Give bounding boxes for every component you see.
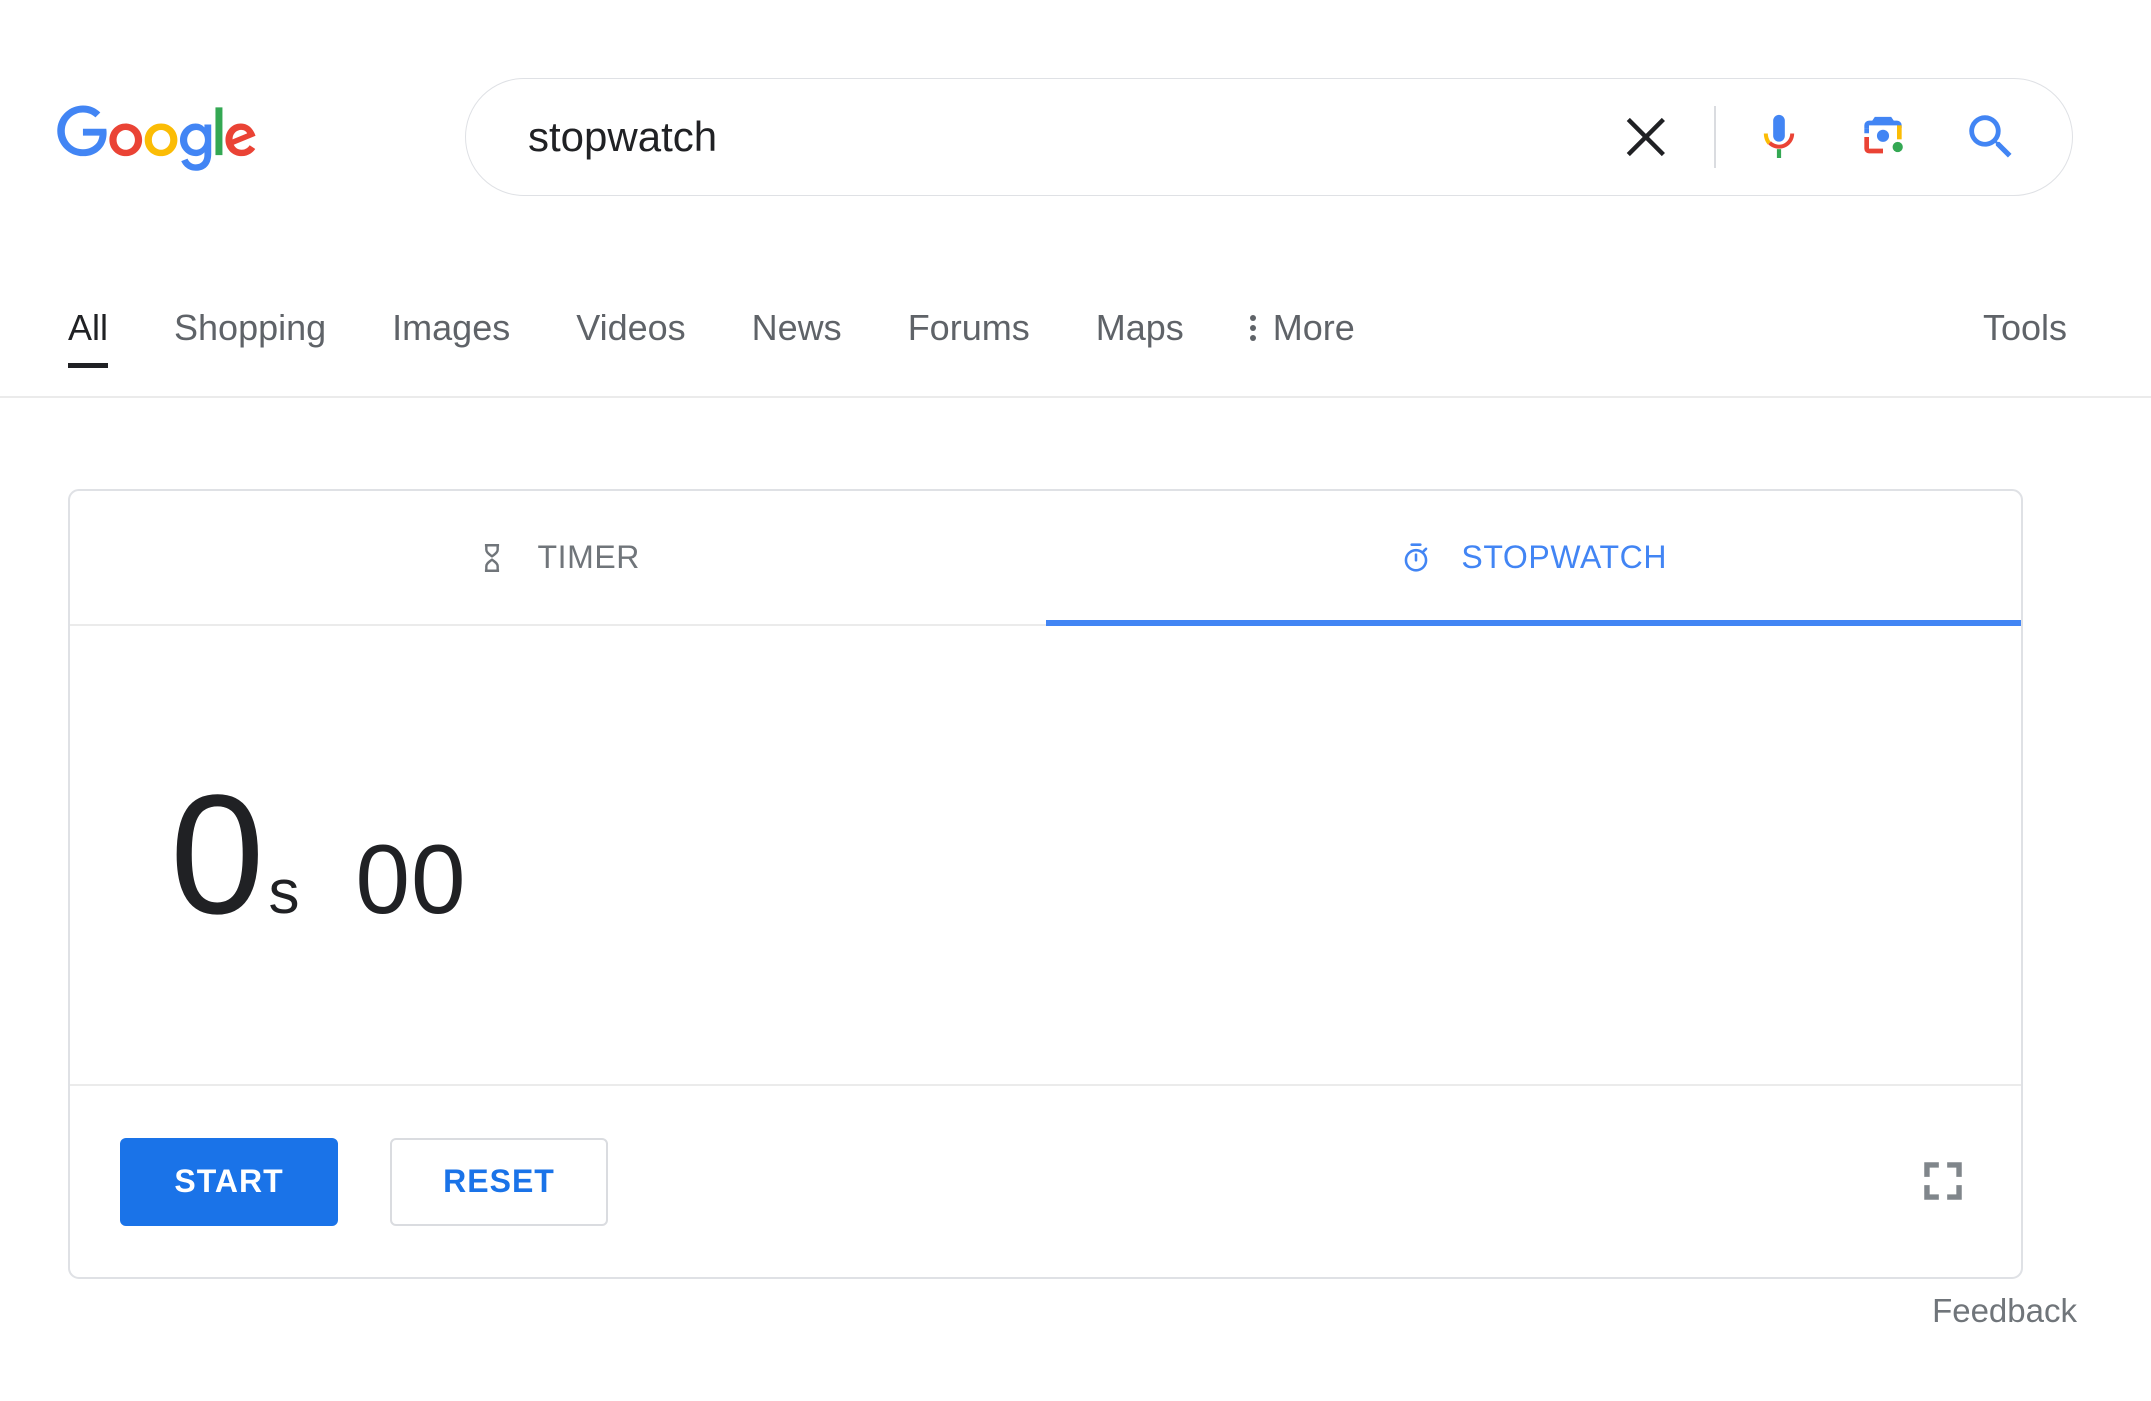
tab-timer[interactable]: TIMER bbox=[70, 491, 1046, 624]
nav-tab-label: All bbox=[68, 307, 109, 348]
nav-tab-forums[interactable]: Forums bbox=[908, 286, 1030, 349]
divider bbox=[1714, 106, 1716, 168]
nav-tab-label: Videos bbox=[576, 307, 686, 348]
google-lens-camera-icon[interactable] bbox=[1854, 108, 1912, 166]
widget-tabs: TIMER STOPWATCH bbox=[70, 491, 2021, 626]
hourglass-icon bbox=[475, 541, 509, 575]
nav-tab-all[interactable]: All bbox=[68, 286, 109, 368]
search-box-actions bbox=[1618, 79, 2072, 195]
fullscreen-icon[interactable] bbox=[1917, 1156, 1969, 1208]
nav-tab-label: Shopping bbox=[174, 307, 327, 348]
search-box[interactable] bbox=[465, 78, 2073, 196]
stopwatch-display-area: 0 s 00 bbox=[70, 626, 2021, 1086]
tools-button[interactable]: Tools bbox=[1983, 307, 2067, 349]
microphone-icon[interactable] bbox=[1750, 108, 1808, 166]
nav-tab-label: Maps bbox=[1095, 307, 1184, 348]
search-input[interactable] bbox=[466, 79, 1618, 195]
stopwatch-widget: TIMER STOPWATCH 0 s 00 START RESET bbox=[68, 489, 2023, 1279]
tab-label: STOPWATCH bbox=[1461, 539, 1668, 575]
nav-tab-more[interactable]: More bbox=[1249, 286, 1355, 349]
nav-tab-news[interactable]: News bbox=[752, 286, 842, 349]
tab-stopwatch[interactable]: STOPWATCH bbox=[1045, 491, 2022, 626]
nav-tab-shopping[interactable]: Shopping bbox=[174, 286, 326, 349]
centiseconds-value: 00 bbox=[355, 824, 467, 934]
close-icon[interactable] bbox=[1618, 106, 1680, 168]
seconds-unit-label: s bbox=[268, 858, 300, 927]
google-logo[interactable] bbox=[57, 105, 257, 173]
feedback-link[interactable]: Feedback bbox=[1932, 1292, 2077, 1330]
vertical-dots-icon bbox=[1249, 315, 1256, 341]
nav-tab-maps[interactable]: Maps bbox=[1096, 286, 1184, 349]
stopwatch-time-display: 0 s 00 bbox=[170, 770, 467, 940]
nav-tab-label: More bbox=[1272, 307, 1355, 348]
search-nav-tabs: All Shopping Images Videos News Forums M… bbox=[0, 286, 2151, 398]
magnifier-icon[interactable] bbox=[1962, 108, 2020, 166]
start-button[interactable]: START bbox=[120, 1137, 338, 1226]
seconds-value: 0 bbox=[170, 760, 265, 950]
tab-label: TIMER bbox=[537, 539, 641, 575]
nav-tab-videos[interactable]: Videos bbox=[576, 286, 685, 349]
nav-tab-label: News bbox=[751, 307, 842, 348]
stopwatch-controls: START RESET bbox=[70, 1086, 2021, 1277]
nav-tab-label: Forums bbox=[907, 307, 1030, 348]
nav-tab-label: Images bbox=[392, 307, 511, 348]
reset-button[interactable]: RESET bbox=[390, 1137, 608, 1226]
stopwatch-icon bbox=[1399, 541, 1433, 575]
nav-tab-images[interactable]: Images bbox=[392, 286, 510, 349]
search-header bbox=[0, 0, 2151, 285]
